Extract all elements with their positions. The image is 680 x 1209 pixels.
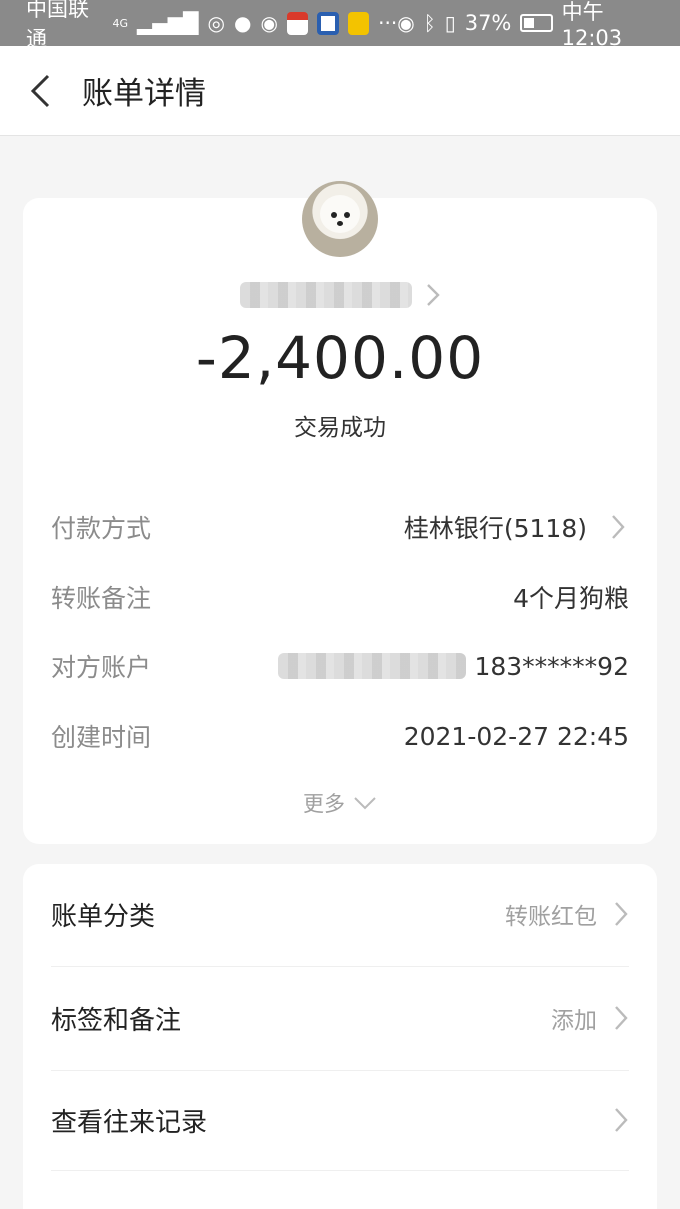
chevron-right-icon bbox=[615, 1006, 628, 1030]
dog-eye bbox=[344, 212, 350, 218]
chevron-right-icon bbox=[612, 515, 625, 539]
vibrate-icon: ▯ bbox=[444, 11, 456, 35]
battery-icon bbox=[520, 14, 553, 32]
row-label: 账单分类 bbox=[51, 901, 156, 932]
detail-counterparty-account: 对方账户 183******92 bbox=[51, 646, 629, 686]
row-value: 添加 bbox=[551, 1008, 597, 1034]
transaction-amount: -2,400.00 bbox=[195, 324, 485, 392]
detail-value: 2021-02-27 22:45 bbox=[403, 721, 629, 751]
battery-percent: 37% bbox=[464, 11, 512, 35]
more-label: 更多 bbox=[303, 792, 345, 816]
network-type: 4G bbox=[112, 16, 128, 30]
divider bbox=[51, 1070, 629, 1071]
signal-icon: ▂▄▆█ bbox=[137, 11, 199, 35]
row-label: 标签和备注 bbox=[51, 1005, 182, 1036]
actions-card: 账单分类 转账红包 标签和备注 添加 查看往来记录 bbox=[23, 864, 657, 1209]
detail-value: 桂林银行(5118) bbox=[403, 514, 587, 543]
divider bbox=[51, 1170, 629, 1171]
row-label: 查看往来记录 bbox=[51, 1107, 208, 1138]
page-title: 账单详情 bbox=[82, 76, 206, 112]
chevron-right-icon bbox=[427, 284, 440, 306]
detail-value: 183******92 bbox=[474, 651, 629, 681]
tags-notes-row[interactable]: 标签和备注 添加 bbox=[51, 990, 629, 1046]
detail-label: 对方账户 bbox=[51, 653, 152, 682]
more-dots-icon: ··· bbox=[378, 11, 398, 35]
dog-eye bbox=[331, 212, 337, 218]
detail-value: 4个月狗粮 bbox=[513, 584, 629, 613]
bluetooth-icon: ᛒ bbox=[423, 11, 436, 35]
nav-bar: 账单详情 bbox=[0, 46, 680, 136]
detail-label: 转账备注 bbox=[51, 584, 152, 613]
hotspot-icon: ◎ bbox=[207, 11, 225, 35]
chevron-down-icon bbox=[354, 797, 376, 810]
app-icon bbox=[347, 11, 370, 35]
detail-payment-method[interactable]: 付款方式 桂林银行(5118) bbox=[51, 507, 629, 547]
transaction-status: 交易成功 bbox=[294, 415, 386, 441]
account-name-redacted bbox=[278, 653, 467, 679]
message-icon: ● bbox=[233, 11, 252, 35]
detail-transfer-note: 转账备注 4个月狗粮 bbox=[51, 577, 629, 617]
chevron-right-icon bbox=[615, 1108, 628, 1132]
chevron-left-icon bbox=[30, 74, 50, 107]
wechat-icon: ◉ bbox=[260, 11, 278, 35]
app-icon bbox=[286, 11, 309, 35]
eye-icon: ◉ bbox=[397, 11, 415, 35]
payee-avatar[interactable] bbox=[302, 181, 378, 257]
back-button[interactable] bbox=[0, 46, 80, 136]
app-icon bbox=[317, 11, 339, 35]
clock: 中午12:03 bbox=[561, 0, 623, 50]
transaction-card: -2,400.00 交易成功 付款方式 桂林银行(5118) 转账备注 4个月狗… bbox=[23, 181, 657, 844]
detail-label: 创建时间 bbox=[51, 723, 152, 752]
detail-label: 付款方式 bbox=[51, 514, 152, 543]
status-bar: 中国联通 4G ▂▄▆█ ◎ ● ◉ ··· ◉ ᛒ ▯ 37% 中午12:03 bbox=[0, 0, 680, 51]
view-records-row[interactable]: 查看往来记录 bbox=[51, 1092, 629, 1148]
divider bbox=[51, 966, 629, 967]
bill-category-row[interactable]: 账单分类 转账红包 bbox=[51, 886, 629, 942]
dog-nose bbox=[337, 221, 343, 226]
more-button[interactable]: 更多 bbox=[23, 788, 657, 818]
detail-created-time: 创建时间 2021-02-27 22:45 bbox=[51, 716, 629, 756]
payee-name-redacted bbox=[240, 282, 412, 308]
row-value: 转账红包 bbox=[505, 904, 597, 930]
chevron-right-icon bbox=[615, 902, 628, 926]
payee-name-row[interactable] bbox=[23, 282, 657, 308]
dog-face-shape bbox=[320, 195, 360, 233]
